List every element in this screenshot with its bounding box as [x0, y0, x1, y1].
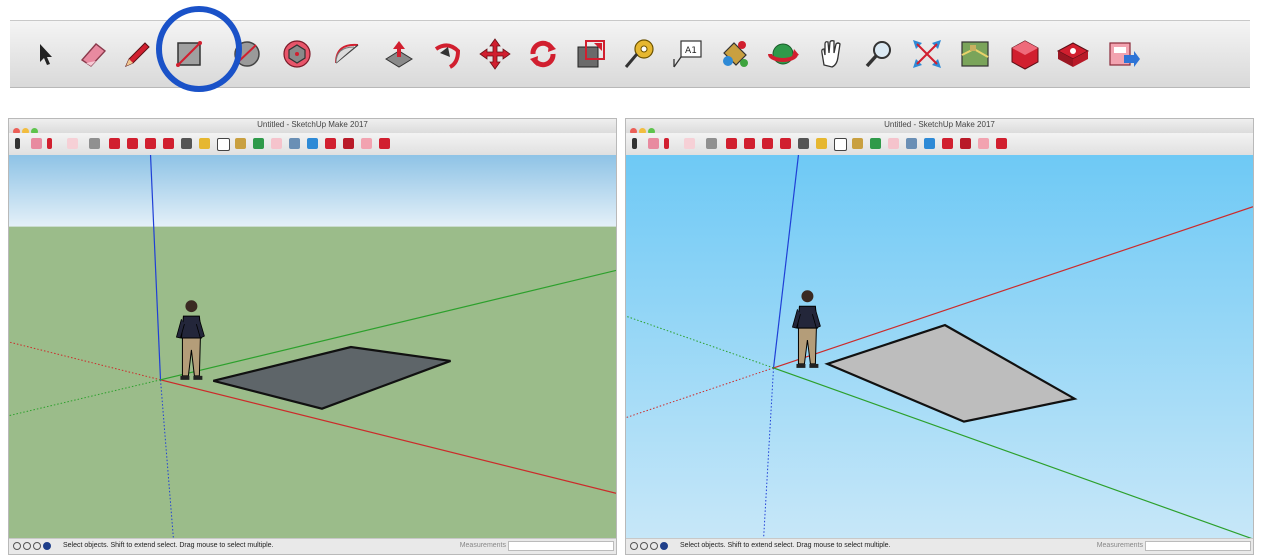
- sketchup-window-left: Untitled - SketchUp Make 2017 Select obj…: [8, 118, 617, 555]
- extension-warehouse-tool-icon[interactable]: [1054, 35, 1092, 73]
- extension-warehouse-tool-icon[interactable]: [343, 138, 354, 149]
- orbit-tool-icon[interactable]: [764, 35, 802, 73]
- extension-warehouse-tool-icon[interactable]: [960, 138, 971, 149]
- ruby-console-icon[interactable]: [996, 138, 1007, 149]
- select-tool-icon[interactable]: [632, 138, 637, 149]
- measurements-input[interactable]: [508, 541, 614, 551]
- rotate-tool-icon[interactable]: [780, 138, 791, 149]
- highlight-circle: [156, 6, 242, 92]
- send-to-layout-tool-icon[interactable]: [1104, 35, 1142, 73]
- 3d-viewport[interactable]: [9, 155, 616, 539]
- send-to-layout-tool-icon[interactable]: [978, 138, 989, 149]
- push-pull-tool-icon[interactable]: [109, 138, 120, 149]
- line-tool-icon[interactable]: [47, 138, 52, 149]
- pan-tool-icon[interactable]: [888, 138, 899, 149]
- line-tool-icon[interactable]: [118, 35, 156, 73]
- zoom-tool-icon[interactable]: [860, 35, 898, 73]
- status-bar: Select objects. Shift to extend select. …: [9, 538, 616, 554]
- sky: [9, 155, 616, 227]
- tape-measure-tool-icon[interactable]: [620, 35, 658, 73]
- tape-measure-tool-icon[interactable]: [816, 138, 827, 149]
- toolbar: [626, 133, 1253, 156]
- zoom-extents-tool-icon[interactable]: [924, 138, 935, 149]
- follow-me-tool-icon[interactable]: [744, 138, 755, 149]
- text-tool-icon[interactable]: A1: [668, 35, 706, 73]
- eraser-tool-icon[interactable]: [31, 138, 42, 149]
- status-dot-icon[interactable]: [660, 542, 668, 550]
- ruby-console-icon[interactable]: [379, 138, 390, 149]
- title-bar: Untitled - SketchUp Make 2017: [626, 119, 1253, 135]
- push-pull-tool-icon[interactable]: [380, 35, 418, 73]
- user-icon[interactable]: [650, 542, 658, 550]
- warehouse-tool-icon[interactable]: [1006, 35, 1044, 73]
- arc-tool-icon[interactable]: [67, 138, 78, 149]
- info-icon[interactable]: [640, 542, 648, 550]
- user-icon[interactable]: [33, 542, 41, 550]
- scale-tool-icon[interactable]: [181, 138, 192, 149]
- zoom-tool-icon[interactable]: [906, 138, 917, 149]
- zoom-tool-icon[interactable]: [289, 138, 300, 149]
- pan-tool-icon[interactable]: [812, 35, 850, 73]
- text-tool-icon[interactable]: [834, 138, 847, 151]
- rotate-tool-icon[interactable]: [524, 35, 562, 73]
- status-icons: [630, 542, 670, 552]
- rectangle-tool-icon[interactable]: [89, 138, 100, 149]
- arc-tool-icon[interactable]: [684, 138, 695, 149]
- status-bar: Select objects. Shift to extend select. …: [626, 538, 1253, 554]
- title-bar: Untitled - SketchUp Make 2017: [9, 119, 616, 135]
- sketchup-window-right: Untitled - SketchUp Make 2017 Select obj…: [625, 118, 1254, 555]
- move-tool-icon[interactable]: [476, 35, 514, 73]
- pan-tool-icon[interactable]: [271, 138, 282, 149]
- move-tool-icon[interactable]: [145, 138, 156, 149]
- paint-bucket-tool-icon[interactable]: [852, 138, 863, 149]
- 3d-viewport[interactable]: [626, 155, 1253, 539]
- status-icons: [13, 542, 53, 552]
- move-tool-icon[interactable]: [762, 138, 773, 149]
- paint-bucket-tool-icon[interactable]: [716, 35, 754, 73]
- rectangle-tool-icon[interactable]: [706, 138, 717, 149]
- scale-tool-icon[interactable]: [572, 35, 610, 73]
- window-title: Untitled - SketchUp Make 2017: [884, 120, 995, 129]
- follow-me-tool-icon[interactable]: [428, 35, 466, 73]
- tape-measure-tool-icon[interactable]: [199, 138, 210, 149]
- arc-tool-icon[interactable]: [328, 35, 366, 73]
- text-tool-icon[interactable]: [217, 138, 230, 151]
- zoom-extents-tool-icon[interactable]: [908, 35, 946, 73]
- window-title: Untitled - SketchUp Make 2017: [257, 120, 368, 129]
- push-pull-tool-icon[interactable]: [726, 138, 737, 149]
- status-dot-icon[interactable]: [43, 542, 51, 550]
- follow-me-tool-icon[interactable]: [127, 138, 138, 149]
- status-hint: Select objects. Shift to extend select. …: [63, 542, 274, 549]
- paint-bucket-tool-icon[interactable]: [235, 138, 246, 149]
- select-tool-icon[interactable]: [15, 138, 20, 149]
- polygon-tool-icon[interactable]: [278, 35, 316, 73]
- status-hint: Select objects. Shift to extend select. …: [680, 542, 891, 549]
- line-tool-icon[interactable]: [664, 138, 669, 149]
- scale-tool-icon[interactable]: [798, 138, 809, 149]
- eraser-tool-icon[interactable]: [74, 35, 112, 73]
- help-icon[interactable]: [630, 542, 638, 550]
- info-icon[interactable]: [23, 542, 31, 550]
- measurements-label: Measurements: [1096, 542, 1143, 549]
- svg-text:A1: A1: [685, 46, 697, 56]
- toolbar: [9, 133, 616, 156]
- map-location-tool-icon[interactable]: [956, 35, 994, 73]
- help-icon[interactable]: [13, 542, 21, 550]
- warehouse-tool-icon[interactable]: [942, 138, 953, 149]
- zoom-extents-tool-icon[interactable]: [307, 138, 318, 149]
- warehouse-tool-icon[interactable]: [325, 138, 336, 149]
- rotate-tool-icon[interactable]: [163, 138, 174, 149]
- eraser-tool-icon[interactable]: [648, 138, 659, 149]
- select-tool-icon[interactable]: [26, 35, 64, 73]
- orbit-tool-icon[interactable]: [253, 138, 264, 149]
- orbit-tool-icon[interactable]: [870, 138, 881, 149]
- measurements-label: Measurements: [459, 542, 506, 549]
- measurements-input[interactable]: [1145, 541, 1251, 551]
- send-to-layout-tool-icon[interactable]: [361, 138, 372, 149]
